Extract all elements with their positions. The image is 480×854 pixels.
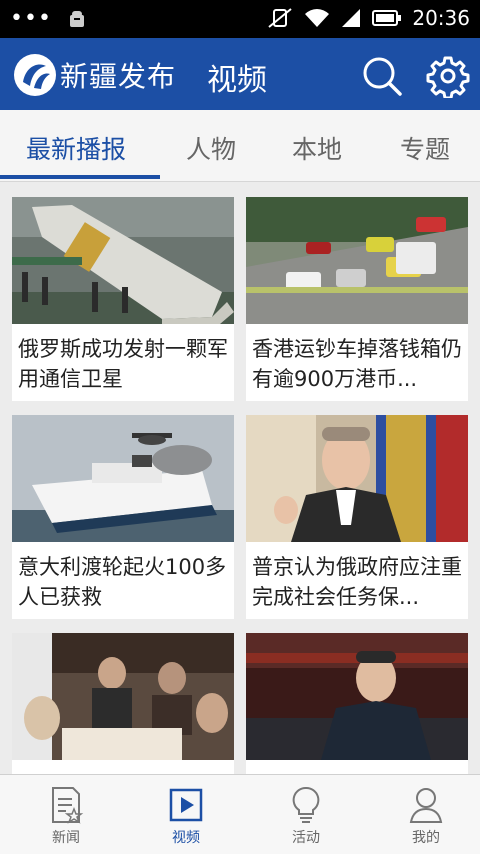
lightbulb-icon <box>292 786 320 823</box>
tab-latest[interactable]: 最新播报 <box>26 130 126 166</box>
status-time: 20:36 <box>412 6 470 30</box>
nav-video[interactable]: 视频 <box>126 775 246 854</box>
section-title: 视频 <box>207 63 267 98</box>
video-thumbnail <box>246 197 468 324</box>
nav-news-label: 新闻 <box>52 830 80 846</box>
nav-video-label: 视频 <box>172 830 200 846</box>
app-name: 新疆发布 <box>60 60 177 93</box>
user-icon <box>409 788 443 823</box>
search-icon[interactable] <box>360 54 404 98</box>
wifi-icon <box>305 9 330 27</box>
bottom-navigation: 新闻 视频 活动 我的 <box>0 774 480 854</box>
category-tabs: 最新播报 人物 本地 专题 <box>0 110 480 182</box>
video-play-icon <box>169 788 203 822</box>
video-thumbnail <box>12 415 234 542</box>
video-caption: 意大利渡轮起火100多人已获救 <box>18 555 227 609</box>
news-icon <box>52 787 84 824</box>
nav-activity-label: 活动 <box>292 830 320 846</box>
video-card[interactable]: 香港运钞车掉落钱箱仍有逾900万港币... <box>246 197 468 401</box>
battery-icon <box>372 10 402 26</box>
video-thumbnail <box>246 415 468 542</box>
nav-activity[interactable]: 活动 <box>246 775 366 854</box>
active-tab-indicator <box>0 175 160 179</box>
settings-gear-icon[interactable] <box>426 54 470 98</box>
video-thumbnail <box>12 633 234 760</box>
video-caption: 香港运钞车掉落钱箱仍有逾900万港币... <box>252 337 462 391</box>
signal-icon <box>342 9 361 27</box>
tab-people[interactable]: 人物 <box>186 130 236 166</box>
video-caption: 普京认为俄政府应注重完成社会任务保... <box>252 555 462 609</box>
video-card[interactable]: 意大利渡轮起火100多人已获救 <box>12 415 234 619</box>
android-debug-icon <box>69 11 84 27</box>
video-thumbnail <box>246 633 468 760</box>
nav-news[interactable]: 新闻 <box>6 775 126 854</box>
video-card[interactable] <box>12 633 234 774</box>
video-card[interactable]: 俄罗斯成功发射一颗军用通信卫星 <box>12 197 234 401</box>
video-card[interactable] <box>246 633 468 774</box>
app-header: 新疆发布 视频 <box>0 38 480 110</box>
nav-profile[interactable]: 我的 <box>366 775 480 854</box>
more-dots-icon: ••• <box>10 6 52 31</box>
tab-local[interactable]: 本地 <box>292 130 342 166</box>
tab-topics[interactable]: 专题 <box>400 130 450 166</box>
nav-profile-label: 我的 <box>412 830 440 846</box>
status-bar: ••• 20:36 <box>0 0 480 38</box>
video-caption: 俄罗斯成功发射一颗军用通信卫星 <box>18 337 228 391</box>
video-card[interactable]: 普京认为俄政府应注重完成社会任务保... <box>246 415 468 619</box>
video-thumbnail <box>12 197 234 324</box>
app-logo-icon <box>14 54 56 96</box>
vibrate-off-icon <box>268 8 292 28</box>
